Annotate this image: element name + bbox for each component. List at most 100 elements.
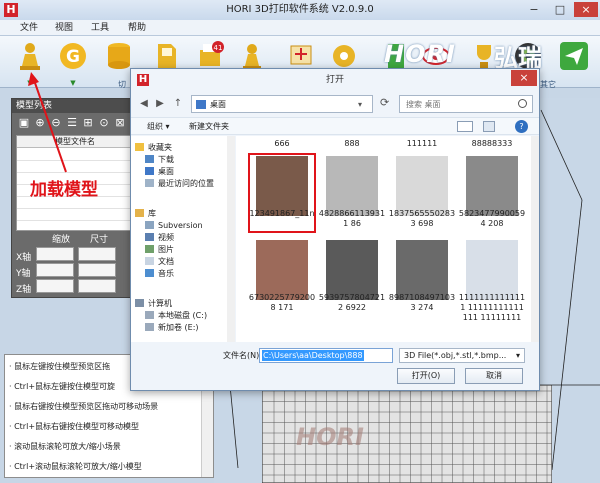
organize-button[interactable]: 组织 ▾ [147,118,170,136]
size-label: 尺寸 [90,235,109,245]
z-scale-field[interactable] [36,279,74,293]
picture-icon [145,245,154,253]
table-row [17,160,133,161]
back-icon[interactable]: ◀ [137,97,151,111]
file-thumbnail[interactable] [256,240,308,300]
nav-scrollbar[interactable] [227,136,235,342]
add-icon[interactable]: ⊕ [34,117,46,129]
file-name[interactable]: 123491867_11n [248,209,316,219]
nav-favorites[interactable]: 收藏夹 [135,142,172,154]
nav-drive-c[interactable]: 本地磁盘 (C:) [145,310,207,322]
forward-icon[interactable]: ▶ [153,97,167,111]
dialog-close-button[interactable]: × [511,70,537,86]
nav-downloads[interactable]: 下载 [145,154,174,166]
list-icon[interactable]: ☰ [66,117,78,129]
nav-pictures[interactable]: 图片 [145,244,174,256]
tip-item: · 鼠标左键按住模型预览区拖 [9,362,111,371]
tip-item: · Ctrl+鼠标左键按住模型可旋 [9,382,116,391]
file-thumbnail[interactable] [256,156,308,216]
table-row [17,172,133,173]
nav-computer[interactable]: 计算机 [135,298,172,310]
nav-subversion[interactable]: Subversion [145,220,203,232]
file-name[interactable]: 59397578047212 6922 [318,293,386,313]
nav-label: 文档 [158,257,174,266]
nav-label: 本地磁盘 (C:) [158,311,208,320]
svg-text:41: 41 [214,44,223,52]
cancel-button[interactable]: 取消 [465,368,523,384]
tip-item: · Ctrl+滚动鼠标滚轮可放大/缩小模型 [9,462,142,471]
folder-name[interactable]: 88888333 [458,139,526,149]
save-icon[interactable]: ▣ [18,117,30,129]
file-name[interactable]: 67302257792008 171 [248,293,316,313]
file-type-select[interactable]: 3D File(*.obj,*.stl,*.bmp... ▾ [399,348,525,363]
load-model-icon[interactable] [14,40,46,72]
menu-view[interactable]: 视图 [55,20,73,36]
nav-label: 计算机 [148,299,172,308]
maximize-button[interactable]: □ [548,2,572,17]
file-thumbnail[interactable] [466,156,518,216]
file-list-pane[interactable]: 666 888 111111 88888333 123491867_11n 482… [236,136,539,342]
help-icon[interactable]: ? [515,120,528,133]
file-name[interactable]: 11111111111111 11111111111111 11111111 [458,293,526,323]
grid-icon[interactable]: ⊞ [82,117,94,129]
more-icon[interactable]: ⊠ [114,117,126,129]
tip-item: · 滚动鼠标滚轮可放大/缩小场景 [9,442,121,451]
file-name[interactable]: 48288661139311 86 [318,209,386,229]
file-thumbnail[interactable] [396,240,448,300]
x-scale-field[interactable] [36,247,74,261]
file-name[interactable]: 58234779900594 208 [458,209,526,229]
file-thumbnail[interactable] [466,240,518,300]
filename-input[interactable]: C:\Users\aa\Desktop\888 [259,348,393,363]
nav-label: Subversion [158,221,203,230]
center-icon[interactable]: ⊙ [98,117,110,129]
refresh-icon[interactable]: ⟳ [380,96,389,109]
view-mode-icon[interactable] [457,121,473,132]
folder-name[interactable]: 111111 [388,139,456,149]
folder-name[interactable]: 888 [318,139,386,149]
menu-tools[interactable]: 工具 [91,20,109,36]
search-input[interactable] [406,96,516,112]
search-box[interactable] [399,95,533,113]
nav-drive-e[interactable]: 新加卷 (E:) [145,322,199,334]
new-folder-button[interactable]: 新建文件夹 [189,118,229,136]
file-thumbnail[interactable] [326,240,378,300]
y-size-field[interactable] [78,263,116,277]
z-size-field[interactable] [78,279,116,293]
folder-name[interactable]: 666 [248,139,316,149]
open-button[interactable]: 打开(O) [397,368,455,384]
dialog-title-bar: H 打开 × [131,69,539,91]
nav-recent[interactable]: 最近访问的位置 [145,178,214,190]
x-size-field[interactable] [78,247,116,261]
file-thumbnail[interactable] [396,156,448,216]
recent-places-icon [145,179,154,187]
dialog-command-bar: 组织 ▾ 新建文件夹 ? [131,117,539,135]
file-thumbnail[interactable] [326,156,378,216]
preview-pane-icon[interactable] [483,121,495,132]
nav-library[interactable]: 库 [135,208,156,220]
nav-music[interactable]: 音乐 [145,268,174,280]
nav-videos[interactable]: 视频 [145,232,174,244]
g-code-icon[interactable]: G [57,40,89,72]
close-button[interactable]: × [574,2,598,17]
nav-label: 图片 [158,245,174,254]
remove-icon[interactable]: ⊖ [50,117,62,129]
drive-icon [145,323,154,331]
navigation-pane: 收藏夹 下载 桌面 最近访问的位置 库 Subversion 视频 图片 文档 … [131,136,235,342]
file-name[interactable]: 18375655502833 698 [388,209,456,229]
chevron-down-icon[interactable]: ▾ [358,96,362,113]
file-scrollbar[interactable] [531,136,539,342]
nav-desktop[interactable]: 桌面 [145,166,174,178]
up-icon[interactable]: ↑ [171,97,185,111]
file-name[interactable]: 89871084971033 274 [388,293,456,313]
svg-text:G: G [66,47,80,67]
menu-bar: 文件 视图 工具 帮助 [0,20,600,36]
address-bar[interactable]: 桌面 ▾ [191,95,373,113]
minimize-button[interactable]: − [522,2,546,17]
y-axis-label: Y轴 [16,269,31,279]
search-icon[interactable] [518,99,527,108]
menu-help[interactable]: 帮助 [128,20,146,36]
nav-documents[interactable]: 文档 [145,256,174,268]
model-column-header: 模型文件名 [17,136,133,148]
y-scale-field[interactable] [36,263,74,277]
menu-file[interactable]: 文件 [20,20,38,36]
